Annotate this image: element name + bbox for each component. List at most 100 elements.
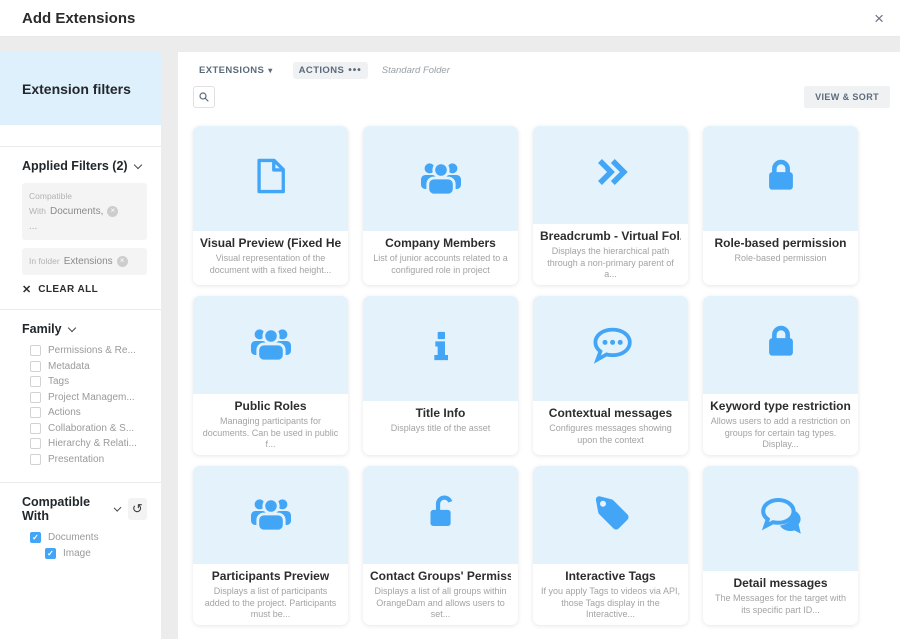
- compatible-with-section: Compatible With ↺ Documents Image: [0, 482, 161, 576]
- family-header[interactable]: Family: [22, 322, 147, 336]
- applied-filters-header[interactable]: Applied Filters (2): [22, 159, 147, 173]
- extension-card[interactable]: Detail messages The Messages for the tar…: [703, 466, 858, 625]
- group-icon: [247, 488, 295, 541]
- family-section: Family Permissions & Re... Metadata Tags…: [0, 309, 161, 482]
- actions-menu[interactable]: ACTIONS •••: [293, 62, 368, 79]
- extension-title: Role-based permission: [710, 236, 851, 250]
- applied-filter-chips: Compatible WithDocuments,× ... In folder…: [22, 183, 147, 275]
- dialog-title: Add Extensions: [22, 10, 135, 27]
- extension-card[interactable]: Visual Preview (Fixed Hei... Visual repr…: [193, 126, 348, 285]
- checkbox-label: Collaboration & S...: [48, 423, 134, 434]
- sidebar-header: Extension filters: [0, 52, 161, 125]
- close-icon[interactable]: ×: [874, 10, 884, 27]
- speech-bubble-icon: [587, 322, 635, 375]
- current-folder-label: Standard Folder: [382, 65, 450, 76]
- checkbox[interactable]: [30, 438, 41, 449]
- extension-title: Participants Preview: [200, 569, 341, 583]
- extension-title: Visual Preview (Fixed Hei...: [200, 236, 341, 250]
- checkbox-label: Tags: [48, 376, 69, 387]
- view-sort-button[interactable]: VIEW & SORT: [804, 86, 890, 108]
- extension-title: Company Members: [370, 236, 511, 250]
- extension-card[interactable]: Role-based permission Role-based permiss…: [703, 126, 858, 285]
- filter-checkbox-item[interactable]: Image: [45, 548, 147, 559]
- extension-title: Keyword type restriction: [710, 399, 851, 413]
- actions-menu-label: ACTIONS: [299, 65, 345, 76]
- family-checkbox-list: Permissions & Re... Metadata Tags Projec…: [22, 345, 147, 465]
- filter-checkbox-item[interactable]: Permissions & Re...: [30, 345, 147, 356]
- filter-checkbox-item[interactable]: Actions: [30, 407, 147, 418]
- filter-checkbox-item[interactable]: Collaboration & S...: [30, 423, 147, 434]
- extension-card[interactable]: Public Roles Managing participants for d…: [193, 296, 348, 455]
- extension-card[interactable]: Participants Preview Displays a list of …: [193, 466, 348, 625]
- filter-chip: Compatible WithDocuments,× ...: [22, 183, 147, 240]
- filter-checkbox-item[interactable]: Project Managem...: [30, 392, 147, 403]
- clear-all-button[interactable]: ✕ CLEAR ALL: [22, 283, 147, 296]
- remove-filter-icon[interactable]: ×: [107, 206, 118, 217]
- reset-filter-icon[interactable]: ↺: [128, 498, 147, 520]
- toolbar: EXTENSIONS ▾ ACTIONS ••• Standard Folder: [193, 62, 450, 79]
- lock-icon: [760, 155, 802, 202]
- extension-card[interactable]: Title Info Displays title of the asset: [363, 296, 518, 455]
- chevron-down-icon: [133, 160, 141, 168]
- chevron-down-icon: [67, 323, 75, 331]
- checkbox-label: Hierarchy & Relati...: [48, 438, 137, 449]
- checkbox[interactable]: [30, 361, 41, 372]
- filter-checkbox-item[interactable]: Tags: [30, 376, 147, 387]
- extension-title: Breadcrumb - Virtual Fol...: [540, 229, 681, 243]
- extension-description: Configures messages showing upon the con…: [540, 423, 681, 446]
- checkbox-label: Actions: [48, 407, 81, 418]
- extension-title: Contact Groups' Permissi...: [370, 569, 511, 583]
- filter-checkbox-item[interactable]: Hierarchy & Relati...: [30, 438, 147, 449]
- extension-description: Role-based permission: [710, 253, 851, 265]
- extension-card[interactable]: Contextual messages Configures messages …: [533, 296, 688, 455]
- checkbox[interactable]: [30, 392, 41, 403]
- unlock-icon: [420, 491, 462, 538]
- group-icon: [247, 318, 295, 371]
- applied-filters-title: Applied Filters (2): [22, 159, 128, 173]
- checkbox-label: Image: [63, 548, 91, 559]
- applied-filters-section: Applied Filters (2) Compatible WithDocum…: [0, 146, 161, 309]
- search-icon: [198, 91, 210, 103]
- checkbox[interactable]: [30, 423, 41, 434]
- extension-description: Displays title of the asset: [370, 423, 511, 435]
- extensions-dropdown[interactable]: EXTENSIONS ▾: [193, 62, 279, 79]
- checkbox[interactable]: [30, 454, 41, 465]
- checkbox[interactable]: [30, 407, 41, 418]
- extension-description: Managing participants for documents. Can…: [200, 416, 341, 451]
- checkbox-label: Project Managem...: [48, 392, 135, 403]
- document-icon: [249, 154, 293, 203]
- search-button[interactable]: [193, 86, 215, 108]
- clear-icon: ✕: [22, 283, 31, 296]
- filter-checkbox-item[interactable]: Metadata: [30, 361, 147, 372]
- compatible-checkbox-list: Documents Image: [22, 532, 147, 559]
- extension-card[interactable]: Breadcrumb - Virtual Fol... Displays the…: [533, 126, 688, 285]
- double-chevron-icon: [589, 150, 633, 199]
- clear-all-label: CLEAR ALL: [38, 284, 98, 295]
- checkbox[interactable]: [30, 376, 41, 387]
- extension-title: Contextual messages: [540, 406, 681, 420]
- filter-checkbox-item[interactable]: Presentation: [30, 454, 147, 465]
- extensions-panel: EXTENSIONS ▾ ACTIONS ••• Standard Folder…: [178, 52, 900, 639]
- checkbox[interactable]: [30, 532, 41, 543]
- filter-chip-label: In folder: [29, 256, 60, 266]
- extension-description: List of junior accounts related to a con…: [370, 253, 511, 276]
- extension-card[interactable]: Contact Groups' Permissi... Displays a l…: [363, 466, 518, 625]
- extension-description: Displays a list of participants added to…: [200, 586, 341, 621]
- checkbox[interactable]: [45, 548, 56, 559]
- checkbox[interactable]: [30, 345, 41, 356]
- filter-checkbox-item[interactable]: Documents: [30, 532, 147, 543]
- extension-description: The Messages for the target with its spe…: [710, 593, 851, 616]
- extension-description: If you apply Tags to videos via API, tho…: [540, 586, 681, 621]
- filter-chip: In folderExtensions×: [22, 248, 147, 275]
- compatible-with-header[interactable]: Compatible With ↺: [22, 495, 147, 523]
- extension-card[interactable]: Keyword type restriction Allows users to…: [703, 296, 858, 455]
- extension-card[interactable]: Interactive Tags If you apply Tags to vi…: [533, 466, 688, 625]
- extension-description: Displays the hierarchical path through a…: [540, 246, 681, 281]
- checkbox-label: Permissions & Re...: [48, 345, 136, 356]
- extension-card[interactable]: Company Members List of junior accounts …: [363, 126, 518, 285]
- lock-icon: [760, 321, 802, 368]
- extensions-dropdown-label: EXTENSIONS: [199, 65, 264, 76]
- family-title: Family: [22, 322, 62, 336]
- remove-filter-icon[interactable]: ×: [117, 256, 128, 267]
- extension-description: Visual representation of the document wi…: [200, 253, 341, 276]
